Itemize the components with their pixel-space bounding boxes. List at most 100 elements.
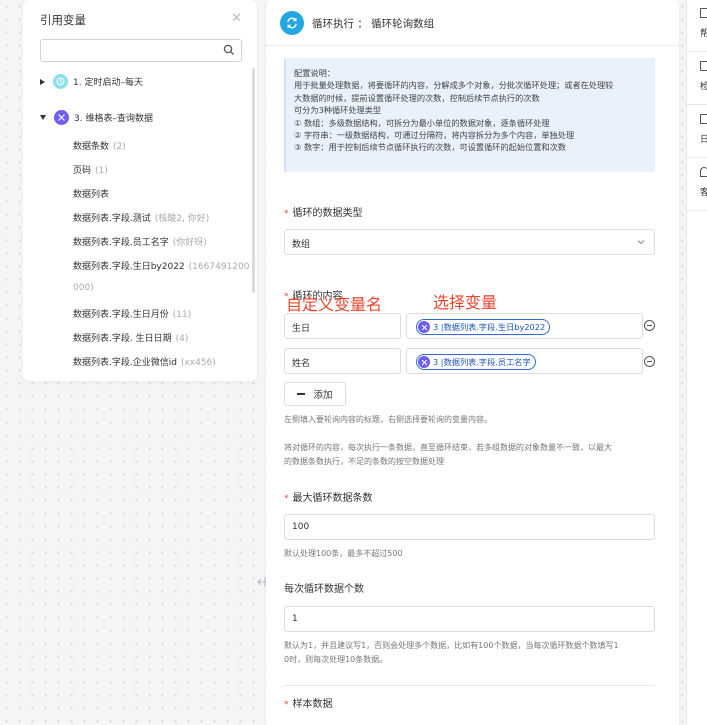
remove-row-icon[interactable]	[644, 320, 655, 331]
per-loop-label: 每次循环数据个数	[284, 584, 364, 595]
chevron-down-icon	[637, 240, 645, 245]
annotation-custom-name: 自定义变量名	[286, 295, 383, 314]
rail-item-help[interactable]: 帮	[687, 0, 707, 52]
check-doc-icon	[700, 61, 707, 71]
help-doc-icon	[700, 8, 707, 18]
variable-sample: (核酸2, 你好)	[154, 214, 210, 224]
loop-name-field[interactable]: 生日	[284, 313, 401, 339]
field-value: 生日	[292, 324, 311, 334]
search-icon	[223, 44, 234, 55]
variable-label: 页码	[73, 166, 92, 176]
search-field[interactable]	[40, 39, 242, 62]
per-loop-input[interactable]: 1	[284, 606, 655, 632]
info-line: 配置说明：	[294, 68, 335, 78]
loop-icon	[280, 11, 304, 35]
loop-variable-field[interactable]: 3 | 数据列表.字段.员工名字	[406, 348, 643, 374]
variable-label: 数据列表.字段. 生日日期	[73, 334, 172, 344]
variable-label: 数据列表.字段.生日by2022	[73, 262, 185, 272]
variable-item[interactable]: 数据列表.字段.员工名字 (你好呀)	[73, 235, 207, 248]
variable-item[interactable]: 数据列表.字段.生日月份 (11)	[73, 307, 191, 320]
data-type-select[interactable]: 数组	[284, 229, 655, 255]
variable-label: 数据条数	[73, 142, 110, 152]
tag-prefix: 3 |	[433, 357, 444, 367]
info-line: 可分为3种循环处理类型	[294, 105, 382, 116]
variable-item[interactable]: 数据列表.字段.测试 (核酸2, 你好)	[73, 211, 209, 224]
max-count-hint: 默认处理100条，最多不超过500	[284, 549, 403, 558]
variable-item[interactable]: 数据列表.字段. 生日日期 (4)	[73, 331, 188, 344]
right-sidebar: 帮 检 日 客	[686, 0, 707, 725]
required-mark: *	[284, 209, 289, 219]
rail-label: 客	[700, 188, 707, 198]
annotation-select-variable: 选择变量	[433, 293, 498, 312]
button-label: 添加	[313, 390, 333, 401]
rail-item-service[interactable]: 客	[687, 159, 707, 211]
required-mark: *	[284, 494, 289, 504]
variable-sample: 000)	[73, 283, 94, 293]
variable-label: 数据列表	[73, 190, 110, 200]
sample-data-label: * 样本数据	[284, 695, 333, 710]
tree-node-timer[interactable]: 1. 定时启动–每天	[40, 74, 143, 89]
variable-sample: (11)	[172, 310, 192, 320]
info-line: ① 数组：多级数据结构，可拆分为最小单位的数据对象，逐条循环处理	[294, 117, 550, 128]
info-line: 用于批量处理数据，将要循环的内容，分解成多个对象，分批次循环处理；或者在处理较	[294, 80, 614, 91]
field-value: 姓名	[292, 359, 311, 369]
variable-sample: (你好呀)	[172, 238, 207, 248]
variable-sample: (4)	[175, 334, 189, 344]
variable-tag[interactable]: 3 | 数据列表.字段.生日by2022	[416, 319, 551, 335]
close-icon[interactable]: ✕	[231, 11, 242, 26]
field-value: 100	[292, 522, 310, 532]
rail-label: 日	[700, 135, 707, 145]
minus-icon	[297, 393, 306, 395]
tree-node-label: 3. 维格表–查询数据	[74, 114, 153, 124]
loop-hint-line: 的数据条数执行，不足的条数的按空数据处理	[284, 457, 444, 466]
loop-hint-line: 将对循环的内容，每次执行一条数据，直至循环结束，若多组数据的对象数量不一致，以最…	[284, 443, 612, 452]
variable-item[interactable]: 数据列表	[73, 187, 113, 200]
label-text: 最大循环数据条数	[292, 493, 373, 504]
required-mark: *	[284, 700, 289, 710]
divider	[266, 45, 679, 46]
timer-icon	[53, 74, 68, 89]
caret-down-icon[interactable]	[40, 115, 46, 120]
info-line: 大数据的时候，提前设置循环处理的次数，控制后续节点执行的次数	[294, 92, 540, 103]
rail-item-check[interactable]: 检	[687, 53, 707, 105]
log-icon	[700, 114, 707, 124]
scrollbar[interactable]	[252, 68, 255, 293]
tree-node-sheet[interactable]: 3. 维格表–查询数据	[40, 110, 153, 125]
variable-tag[interactable]: 3 | 数据列表.字段.员工名字	[416, 354, 536, 370]
config-info-box: 配置说明： 用于批量处理数据，将要循环的内容，分解成多个对象，分批次循环处理；或…	[284, 58, 655, 172]
max-count-label: * 最大循环数据条数	[284, 489, 373, 504]
per-loop-hint-line: 0时，则每次处理10条数据。	[284, 655, 388, 664]
search-input[interactable]	[41, 40, 217, 61]
variable-sample: (1667491200	[188, 262, 250, 272]
label-text: 样本数据	[292, 699, 333, 710]
loop-config-panel: 循环执行 ： 循环轮询数组 配置说明： 用于批量处理数据，将要循环的内容，分解成…	[266, 0, 679, 725]
per-loop-hint-line: 默认为1，并且建议写1，否则会处理多个数据，比如有100个数据，当每次循环数据个…	[284, 641, 619, 650]
max-count-input[interactable]: 100	[284, 514, 655, 540]
add-row-button[interactable]: 添加	[284, 382, 346, 406]
field-value: 1	[292, 614, 298, 624]
rail-item-log[interactable]: 日	[687, 106, 707, 158]
info-line: ② 字符串：一级数据结构，可通过分隔符，将内容拆分为多个内容，单独处理	[294, 130, 575, 141]
variable-item[interactable]: 数据列表.字段.生日by2022 (1667491200	[73, 259, 249, 272]
loop-name-field[interactable]: 姓名	[284, 348, 401, 374]
variable-item[interactable]: 数据列表.字段.企业微信id (xx456)	[73, 355, 216, 368]
variable-label: 数据列表.字段.测试	[73, 214, 151, 224]
label-text: 循环的数据类型	[292, 208, 363, 219]
variable-item-wrap: 000)	[73, 283, 94, 293]
tag-text: 数据列表.字段.生日by2022	[443, 322, 546, 332]
sheet-app-icon	[418, 321, 430, 333]
tag-text: 数据列表.字段.员工名字	[443, 357, 531, 367]
loop-variable-field[interactable]: 3 | 数据列表.字段.生日by2022	[406, 313, 643, 339]
variable-label: 数据列表.字段.生日月份	[73, 310, 169, 320]
caret-right-icon[interactable]	[40, 78, 45, 85]
variable-item[interactable]: 页码 (1)	[73, 163, 108, 176]
info-line: ③ 数字：用于控制后续节点循环执行的次数，可设置循环的起始位置和次数	[294, 142, 566, 153]
data-type-label: * 循环的数据类型	[284, 204, 363, 219]
rail-label: 检	[700, 82, 707, 92]
variable-panel: 引用变量 ✕ 1. 定时启动–每天 3. 维格表–查询数据 数据条数 (2) 页码…	[23, 0, 257, 381]
divider	[284, 685, 655, 686]
variable-sample: (1)	[95, 166, 108, 176]
remove-row-icon[interactable]	[644, 356, 655, 367]
variable-item[interactable]: 数据条数 (2)	[73, 139, 126, 152]
tag-prefix: 3 |	[433, 322, 444, 332]
